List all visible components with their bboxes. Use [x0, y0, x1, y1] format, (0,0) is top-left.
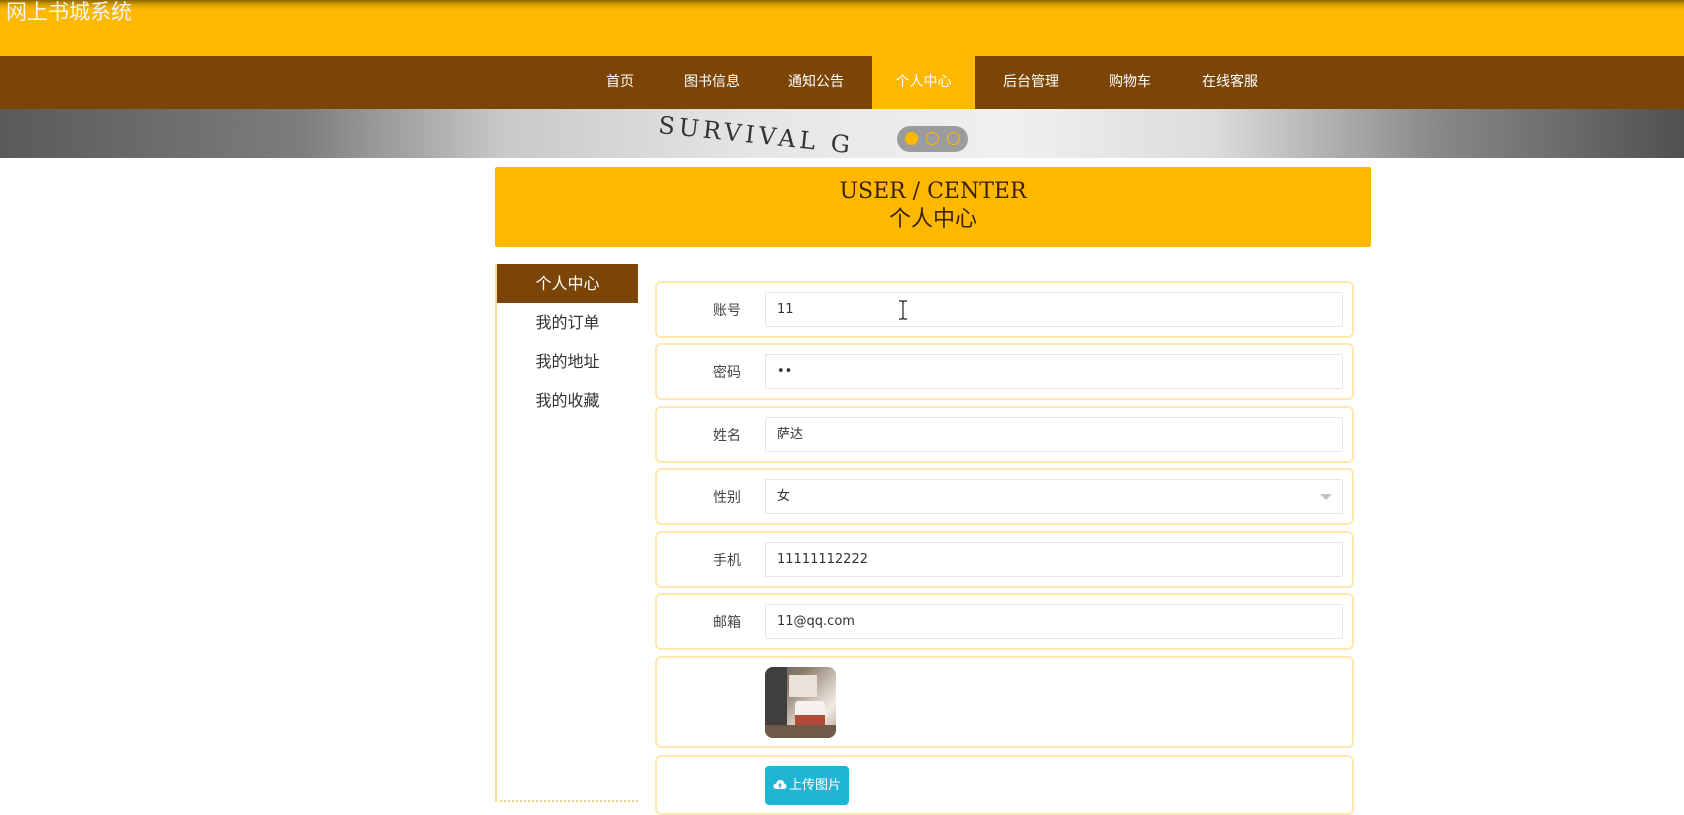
- main-nav: 首页 图书信息 通知公告 个人中心 后台管理 购物车 在线客服: [0, 56, 1684, 109]
- account-input[interactable]: 11: [765, 292, 1343, 327]
- password-input[interactable]: ••: [765, 354, 1343, 389]
- banner-image-text: SURVIVAL G: [657, 111, 856, 158]
- nav-item-admin[interactable]: 后台管理: [996, 56, 1066, 109]
- sidebar-item-user-center[interactable]: 个人中心: [497, 264, 638, 303]
- text-cursor-icon: [899, 300, 907, 320]
- gender-selected-value: 女: [777, 489, 791, 504]
- sidebar-item-favorites[interactable]: 我的收藏: [497, 381, 638, 420]
- form-row-avatar: [655, 656, 1354, 748]
- form-row-name: 姓名 萨达: [655, 406, 1354, 463]
- banner-carousel: SURVIVAL G: [0, 109, 1684, 158]
- sidebar-item-orders[interactable]: 我的订单: [497, 303, 638, 342]
- top-header: 网上书城系统: [0, 0, 1684, 56]
- email-label: 邮箱: [713, 615, 741, 631]
- avatar-image: [765, 667, 836, 738]
- nav-item-books[interactable]: 图书信息: [677, 56, 747, 109]
- site-title: 网上书城系统: [6, 0, 132, 24]
- upload-button-label: 上传图片: [788, 778, 841, 793]
- account-label: 账号: [713, 303, 741, 319]
- user-sidebar: 个人中心 我的订单 我的地址 我的收藏: [495, 264, 638, 802]
- name-input[interactable]: 萨达: [765, 417, 1343, 452]
- upload-image-button[interactable]: 上传图片: [765, 766, 849, 805]
- chevron-down-icon: [1320, 494, 1332, 500]
- nav-item-online-service[interactable]: 在线客服: [1195, 56, 1265, 109]
- form-row-phone: 手机 11111112222: [655, 531, 1354, 588]
- phone-label: 手机: [713, 553, 741, 569]
- gender-select[interactable]: 女: [765, 479, 1343, 514]
- form-row-account: 账号 11: [655, 281, 1354, 338]
- carousel-indicators: [897, 126, 968, 152]
- email-input[interactable]: 11@qq.com: [765, 604, 1343, 639]
- carousel-dot-3[interactable]: [947, 132, 960, 145]
- page-heading: USER / CENTER 个人中心: [495, 167, 1371, 247]
- nav-item-notices[interactable]: 通知公告: [781, 56, 851, 109]
- name-label: 姓名: [713, 428, 741, 444]
- nav-item-home[interactable]: 首页: [592, 56, 648, 109]
- form-row-email: 邮箱 11@qq.com: [655, 593, 1354, 650]
- nav-item-cart[interactable]: 购物车: [1100, 56, 1160, 109]
- form-row-gender: 性别 女: [655, 468, 1354, 525]
- form-row-password: 密码 ••: [655, 343, 1354, 400]
- page-title-cn: 个人中心: [888, 207, 977, 232]
- nav-item-user-center[interactable]: 个人中心: [872, 56, 975, 109]
- password-label: 密码: [713, 365, 741, 381]
- carousel-dot-1[interactable]: [905, 132, 918, 145]
- form-row-upload: 上传图片: [655, 755, 1354, 815]
- cloud-upload-icon: [773, 780, 787, 789]
- sidebar-item-addresses[interactable]: 我的地址: [497, 342, 638, 381]
- page-title-en: USER / CENTER: [839, 179, 1027, 204]
- phone-input[interactable]: 11111112222: [765, 542, 1343, 577]
- carousel-dot-2[interactable]: [926, 132, 939, 145]
- gender-label: 性别: [713, 490, 741, 506]
